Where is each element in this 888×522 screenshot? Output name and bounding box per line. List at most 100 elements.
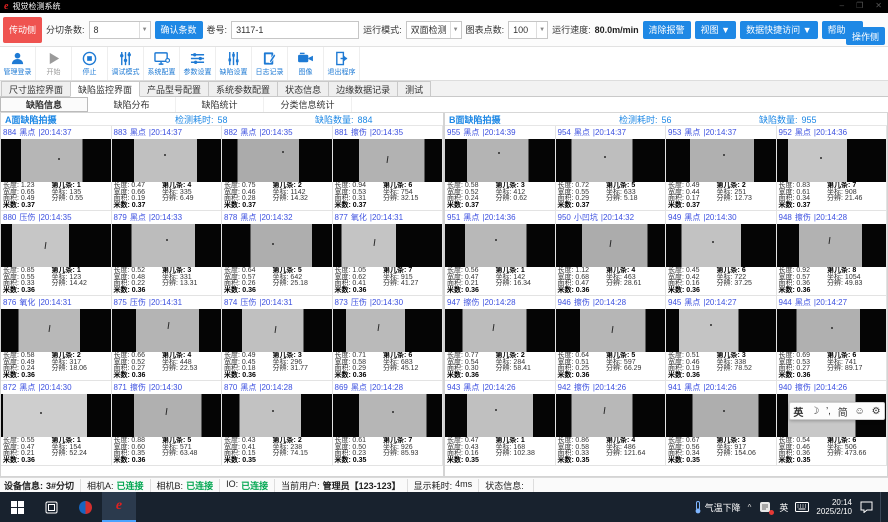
subtab-4[interactable]: 分类信息统计 [264, 97, 352, 112]
action-sliders-vertical-button[interactable]: 缺陷设置 [216, 47, 252, 80]
defect-image[interactable] [666, 139, 776, 182]
defect-image[interactable] [777, 139, 887, 182]
defect-image[interactable] [333, 224, 443, 267]
defect-cell[interactable]: 877 氧化 |20:14:31 长度: 1.05 宽度: 0.62 面积: 0… [333, 211, 444, 296]
action-exit-door-button[interactable]: 退出程序 [324, 47, 360, 80]
tab-2[interactable]: 缺陷监控界面 [70, 81, 140, 97]
keyboard-tray-button[interactable] [795, 500, 809, 514]
defect-cell[interactable]: 948 擦伤 |20:14:28 长度: 0.92 宽度: 0.57 面积: 0… [777, 211, 888, 296]
data-quick-access-button[interactable]: 数据快捷访问 ▼ [740, 21, 817, 39]
ime-simplified-toggle[interactable]: 简 [838, 404, 848, 419]
defect-image[interactable] [556, 224, 666, 267]
roll-number-input[interactable]: 3117-1 [231, 21, 359, 39]
operate-side-button[interactable]: 操作侧 [846, 27, 885, 45]
defect-image[interactable] [112, 224, 222, 267]
action-camera-button[interactable]: 图像 [288, 47, 324, 80]
defect-cell[interactable]: 949 黑点 |20:14:30 长度: 0.45 宽度: 0.42 面积: 0… [666, 211, 777, 296]
defect-cell[interactable]: 947 擦伤 |20:14:28 长度: 0.77 宽度: 0.54 面积: 0… [445, 296, 556, 381]
ime-lang-toggle[interactable]: 英 [793, 404, 803, 419]
defect-cell[interactable]: 953 黑点 |20:14:37 长度: 0.49 宽度: 0.44 面积: 0… [666, 126, 777, 211]
action-monitor-button[interactable]: 系统配置 [144, 47, 180, 80]
defect-cell[interactable]: 950 小凹坑 |20:14:32 长度: 1.12 宽度: 0.68 面积: … [556, 211, 667, 296]
defect-cell[interactable]: 941 黑点 |20:14:26 长度: 0.67 宽度: 0.56 面积: 0… [666, 381, 777, 466]
defect-cell[interactable]: 954 黑点 |20:14:37 长度: 0.72 宽度: 0.55 面积: 0… [556, 126, 667, 211]
defect-image[interactable] [333, 309, 443, 352]
defect-cell[interactable]: 874 压伤 |20:14:31 长度: 0.49 宽度: 0.45 面积: 0… [222, 296, 333, 381]
defect-image[interactable] [445, 309, 555, 352]
action-user-button[interactable]: 管理登录 [0, 47, 36, 80]
tab-6[interactable]: 边缘数据记录 [328, 81, 398, 96]
tab-5[interactable]: 状态信息 [277, 81, 329, 96]
defect-image[interactable] [112, 309, 222, 352]
minimize-button[interactable]: – [840, 1, 844, 10]
defect-image[interactable] [666, 394, 776, 437]
defect-cell[interactable]: 946 擦伤 |20:14:28 长度: 0.64 宽度: 0.51 面积: 0… [556, 296, 667, 381]
defect-image[interactable] [1, 224, 111, 267]
defect-cell[interactable]: 882 黑点 |20:14:35 长度: 0.75 宽度: 0.46 面积: 0… [222, 126, 333, 211]
defect-image[interactable] [222, 139, 332, 182]
ime-punctuation-toggle[interactable]: ’, [826, 406, 831, 417]
defect-image[interactable] [666, 309, 776, 352]
defect-image[interactable] [333, 394, 443, 437]
task-view-button[interactable] [34, 492, 68, 522]
defect-image[interactable] [1, 139, 111, 182]
close-button[interactable]: ✕ [875, 1, 882, 10]
clear-alarm-button[interactable]: 清除报警 [643, 21, 691, 39]
defect-cell[interactable]: 940 擦伤 |20:14:26 长度: 0.54 宽度: 0.46 面积: 0… [777, 381, 888, 466]
taskbar-clock[interactable]: 20:14 2025/2/10 [816, 498, 852, 516]
defect-cell[interactable]: 871 擦伤 |20:14:30 长度: 0.88 宽度: 0.60 面积: 0… [112, 381, 223, 466]
defect-cell[interactable]: 881 擦伤 |20:14:35 长度: 0.94 宽度: 0.53 面积: 0… [333, 126, 444, 211]
defect-cell[interactable]: 873 压伤 |20:14:30 长度: 0.71 宽度: 0.58 面积: 0… [333, 296, 444, 381]
defect-image[interactable] [556, 309, 666, 352]
tray-expand-button[interactable]: ^ [748, 503, 752, 512]
defect-cell[interactable]: 879 黑点 |20:14:33 长度: 0.52 宽度: 0.48 面积: 0… [112, 211, 223, 296]
defect-cell[interactable]: 883 黑点 |20:14:37 长度: 0.47 宽度: 0.66 面积: 0… [112, 126, 223, 211]
tab-3[interactable]: 产品型号配置 [139, 81, 209, 96]
defect-image[interactable] [222, 309, 332, 352]
defect-image[interactable] [112, 139, 222, 182]
defect-cell[interactable]: 880 压伤 |20:14:35 长度: 0.85 宽度: 0.55 面积: 0… [1, 211, 112, 296]
defect-cell[interactable]: 884 黑点 |20:14:37 长度: 1.23 宽度: 0.65 面积: 0… [1, 126, 112, 211]
defect-cell[interactable]: 952 黑点 |20:14:36 长度: 0.83 宽度: 0.61 面积: 0… [777, 126, 888, 211]
tab-1[interactable]: 尺寸监控界面 [1, 81, 71, 96]
taskbar-app-inspection[interactable]: e [102, 492, 136, 522]
defect-image[interactable] [1, 309, 111, 352]
start-button[interactable] [0, 492, 34, 522]
defect-image[interactable] [112, 394, 222, 437]
defect-cell[interactable]: 870 黑点 |20:14:28 长度: 0.43 宽度: 0.41 面积: 0… [222, 381, 333, 466]
action-center-button[interactable] [859, 500, 873, 514]
tab-4[interactable]: 系统参数配置 [208, 81, 278, 96]
defect-cell[interactable]: 944 黑点 |20:14:27 长度: 0.69 宽度: 0.53 面积: 0… [777, 296, 888, 381]
defect-image[interactable] [666, 224, 776, 267]
action-debug-sliders-button[interactable]: 调试模式 [108, 47, 144, 80]
defect-image[interactable] [1, 394, 111, 437]
defect-cell[interactable]: 945 黑点 |20:14:27 长度: 0.51 宽度: 0.46 面积: 0… [666, 296, 777, 381]
defect-image[interactable] [445, 224, 555, 267]
defect-cell[interactable]: 942 擦伤 |20:14:26 长度: 0.86 宽度: 0.58 面积: 0… [556, 381, 667, 466]
weather-widget[interactable]: 气温下降 [694, 501, 741, 514]
maximize-button[interactable]: ❐ [856, 1, 863, 10]
defect-image[interactable] [445, 394, 555, 437]
defect-image[interactable] [777, 309, 887, 352]
defect-cell[interactable]: 876 氧化 |20:14:31 长度: 0.58 宽度: 0.49 面积: 0… [1, 296, 112, 381]
ime-tray-icon[interactable] [758, 500, 772, 514]
defect-cell[interactable]: 951 黑点 |20:14:36 长度: 0.56 宽度: 0.47 面积: 0… [445, 211, 556, 296]
subtab-2[interactable]: 缺陷分布 [88, 97, 176, 112]
action-journal-button[interactable]: 日志记录 [252, 47, 288, 80]
slit-count-select[interactable]: 8 ▼ [89, 21, 151, 39]
defect-image[interactable] [445, 139, 555, 182]
defect-cell[interactable]: 869 黑点 |20:14:28 长度: 0.61 宽度: 0.50 面积: 0… [333, 381, 444, 466]
ime-settings-icon[interactable]: ⚙ [872, 406, 881, 417]
defect-image[interactable] [556, 394, 666, 437]
defect-cell[interactable]: 872 黑点 |20:14:30 长度: 0.55 宽度: 0.47 面积: 0… [1, 381, 112, 466]
tab-7[interactable]: 测试 [397, 81, 431, 96]
run-mode-select[interactable]: 双面检测 ▼ [406, 21, 462, 39]
confirm-count-button[interactable]: 确认条数 [155, 21, 203, 39]
subtab-1[interactable]: 缺陷信息 [0, 97, 88, 112]
defect-cell[interactable]: 878 黑点 |20:14:32 长度: 0.64 宽度: 0.57 面积: 0… [222, 211, 333, 296]
show-desktop-button[interactable] [880, 492, 884, 522]
defect-cell[interactable]: 875 压伤 |20:14:31 长度: 0.66 宽度: 0.52 面积: 0… [112, 296, 223, 381]
defect-image[interactable] [556, 139, 666, 182]
subtab-3[interactable]: 缺陷统计 [176, 97, 264, 112]
defect-cell[interactable]: 955 黑点 |20:14:39 长度: 0.58 宽度: 0.52 面积: 0… [445, 126, 556, 211]
